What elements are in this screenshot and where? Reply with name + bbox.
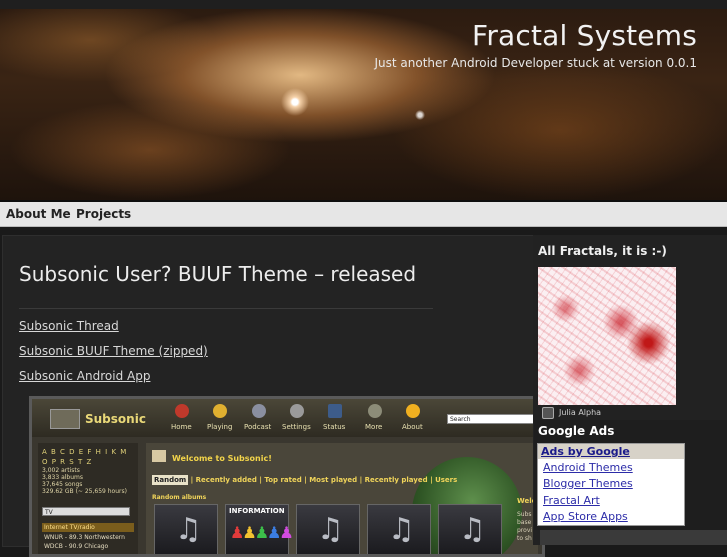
library-stats: 3,002 artists 3,833 albums 37,645 songs … [42, 467, 140, 495]
ads-box: Ads by Google Android Themes Blogger The… [537, 443, 685, 526]
subsonic-screenshot[interactable]: Subsonic Home Playing Podcast Settings S… [29, 396, 545, 557]
random-albums-label: Random albums [152, 494, 207, 501]
ads-by-google-link[interactable]: Ads by Google [538, 444, 684, 459]
gear-icon [290, 404, 304, 418]
status-icon [328, 404, 342, 418]
stat-artists: 3,002 artists [42, 467, 80, 474]
main-nav: About Me Projects [0, 202, 727, 227]
home-icon [175, 404, 189, 418]
link-recently-added: Recently added [195, 476, 257, 484]
right-text-line: to sh [517, 535, 532, 542]
ad-link-android-themes[interactable]: Android Themes [543, 461, 633, 474]
site-title[interactable]: Fractal Systems [472, 19, 697, 52]
music-note-icon: ♫ [317, 512, 344, 547]
album-cover: ♫ [438, 504, 502, 554]
album-link-bar: Random | Recently added | Top rated | Mo… [152, 475, 458, 485]
letter-index: A B C D E F H I K M O P R S T Z [42, 448, 128, 466]
android-app-link[interactable]: Subsonic Android App [19, 369, 150, 383]
album-cover: ♫ [296, 504, 360, 554]
playing-icon [213, 404, 227, 418]
post-area: Subsonic User? BUUF Theme – released Sub… [2, 235, 545, 557]
music-note-icon: ♫ [459, 512, 486, 547]
about-icon [406, 404, 420, 418]
post-title[interactable]: Subsonic User? BUUF Theme – released [19, 262, 416, 286]
link-users: Users [435, 476, 458, 484]
radio-item: WDCB - 90.9 Chicago [44, 543, 109, 550]
music-note-icon: ♫ [388, 512, 415, 547]
subsonic-thread-link[interactable]: Subsonic Thread [19, 319, 119, 333]
buuf-theme-link[interactable]: Subsonic BUUF Theme (zipped) [19, 344, 208, 358]
tab-more: More [365, 423, 383, 431]
post-divider [19, 308, 433, 309]
people-icon: ♟♟♟♟♟ [230, 523, 294, 542]
tab-about: About [402, 423, 423, 431]
stat-songs: 37,645 songs [42, 481, 83, 488]
more-icon [368, 404, 382, 418]
google-ads-widget: Google Ads Ads by Google Android Themes … [534, 420, 727, 530]
music-note-icon: ♫ [175, 512, 202, 547]
album-cover: INFORMATION ♟♟♟♟♟ [225, 504, 294, 554]
subsonic-logo: Subsonic [85, 412, 146, 426]
fractals-widget-title: All Fractals, it is :-) [538, 244, 667, 258]
ad-link-fractal-art[interactable]: Fractal Art [543, 494, 600, 507]
subsonic-logo-icon [50, 409, 80, 429]
welcome-title: Welcome to Subsonic! [172, 454, 272, 463]
site-tagline: Just another Android Developer stuck at … [374, 56, 698, 70]
music-folder-select: TV [42, 507, 130, 516]
album-cover: ♫ [154, 504, 218, 554]
link-random: Random [152, 475, 189, 485]
right-text: Subs base provi to sh [517, 511, 532, 543]
right-text-line: Subs [517, 511, 532, 518]
stat-size: 329.62 GB (~ 25,659 hours) [42, 488, 127, 495]
information-label: INFORMATION [229, 507, 285, 515]
tab-settings: Settings [282, 423, 311, 431]
screenshot-search-input: Search [447, 414, 539, 424]
google-ads-title: Google Ads [538, 424, 615, 438]
stat-albums: 3,833 albums [42, 474, 84, 481]
link-recently-played: Recently played [364, 476, 428, 484]
right-text-line: base [517, 519, 532, 526]
podcast-icon [252, 404, 266, 418]
tab-playing: Playing [207, 423, 233, 431]
welcome-home-icon [152, 450, 166, 462]
link-most-played: Most played [309, 476, 358, 484]
site-header: Fractal Systems Just another Android Dev… [0, 0, 727, 202]
radio-header: Internet TV/radio [42, 523, 134, 532]
tab-status: Status [323, 423, 346, 431]
image-caption-icon [542, 407, 554, 419]
album-cover: ♫ [367, 504, 431, 554]
header-top-strip [0, 0, 727, 9]
tab-podcast: Podcast [244, 423, 272, 431]
tab-home: Home [171, 423, 192, 431]
nav-item-about-me[interactable]: About Me [6, 207, 71, 221]
right-text-line: provi [517, 527, 533, 534]
fractal-caption[interactable]: Julia Alpha [559, 408, 601, 417]
ad-link-blogger-themes[interactable]: Blogger Themes [543, 477, 633, 490]
link-top-rated: Top rated [264, 476, 302, 484]
ad-link-app-store-apps[interactable]: App Store Apps [543, 510, 628, 523]
fractal-image[interactable] [538, 267, 676, 405]
nav-item-projects[interactable]: Projects [76, 207, 131, 221]
radio-item: WNUR - 89.3 Northwestern [44, 534, 125, 541]
